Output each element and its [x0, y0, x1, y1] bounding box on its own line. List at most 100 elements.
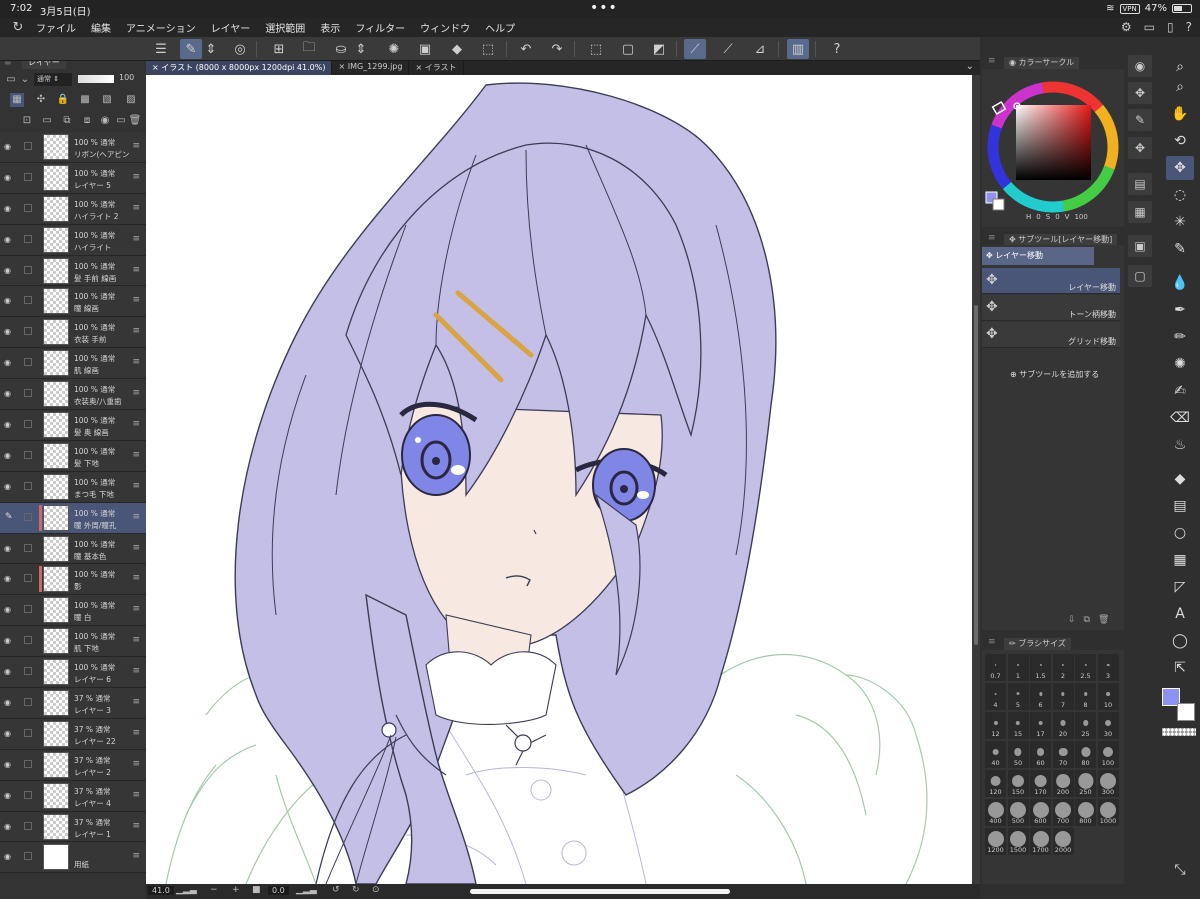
invert-selection-icon[interactable]: ◩ — [648, 39, 670, 59]
brush-size-cell[interactable]: 120 — [985, 770, 1006, 797]
layer-check[interactable] — [24, 667, 32, 676]
brush-size-cell[interactable]: 1.5 — [1030, 654, 1051, 681]
quick-access-icon[interactable]: ⚙ — [1121, 20, 1132, 34]
snap-grid-icon[interactable]: ⊿ — [749, 39, 771, 59]
layer-menu-icon[interactable]: ≡ — [132, 635, 140, 645]
correct-line-icon[interactable]: ⇱ — [1166, 656, 1194, 680]
brush-size-cell[interactable]: 300 — [1097, 770, 1119, 797]
eraser-icon[interactable]: ⌫ — [1166, 406, 1194, 430]
lock-mask-icon[interactable]: ▭ — [114, 114, 128, 128]
layer-menu-icon[interactable]: ≡ — [132, 326, 140, 336]
draft-icon[interactable]: ▧ — [100, 93, 114, 107]
eye-icon[interactable]: ◉ — [4, 791, 11, 800]
trash-icon[interactable]: 🗑 — [128, 114, 142, 128]
brush-size-cell[interactable]: 600 — [1030, 799, 1051, 826]
layer-row[interactable]: ◉ 37 % 通常 レイヤー 2 ≡ — [0, 749, 146, 781]
material-icon[interactable]: ▦ — [1128, 201, 1152, 223]
brush-size-cell[interactable]: 500 — [1007, 799, 1029, 826]
brush-size-cell[interactable]: 250 — [1075, 770, 1096, 797]
layer-row[interactable]: ◉ 100 % 通常髪 下地 ≡ — [0, 440, 146, 472]
tab-img-1299[interactable]: × IMG_1299.jpg — [332, 61, 410, 75]
merge-layer-icon[interactable]: ⧈ — [80, 114, 94, 128]
zoom-in-icon[interactable]: + — [232, 885, 240, 895]
eye-icon[interactable]: ◉ — [4, 358, 11, 367]
brush-size-cell[interactable]: 10 — [1097, 683, 1119, 710]
rotate-right-icon[interactable]: ↻ — [352, 885, 360, 895]
brush-size-cell[interactable]: 20 — [1052, 712, 1074, 739]
layer-check[interactable] — [24, 172, 32, 181]
brush-size-cell[interactable]: 8 — [1075, 683, 1096, 710]
pencil-icon[interactable]: ✏ — [1166, 325, 1194, 349]
companion-icon[interactable]: ▯ — [1167, 20, 1174, 34]
eye-icon[interactable]: ◉ — [4, 142, 11, 151]
subtool-import-icon[interactable]: ⇩ — [1068, 615, 1076, 625]
eye-icon[interactable]: ◉ — [4, 327, 11, 336]
move-tool-icon[interactable]: ✥ — [1166, 156, 1194, 180]
history-icon[interactable]: ▣ — [1128, 235, 1152, 257]
layer-row[interactable]: ◉ 37 % 通常 レイヤー 1 ≡ — [0, 811, 146, 843]
updown-icon[interactable]: ⇕ — [204, 39, 218, 59]
eye-icon[interactable]: ◉ — [4, 605, 11, 614]
layer-row[interactable]: ◉ 100 % 通常瞳 白 ≡ — [0, 595, 146, 627]
home-indicator[interactable] — [470, 889, 730, 894]
layer-row[interactable]: ◉ 37 % 通常 レイヤー 3 ≡ — [0, 688, 146, 719]
layer-row[interactable]: ◉ 100 % 通常髪 奥 線画 ≡ — [0, 410, 146, 441]
layer-check[interactable] — [24, 605, 32, 614]
menu-animation[interactable]: アニメーション — [126, 20, 196, 35]
layer-property-icon[interactable]: ▤ — [1128, 173, 1152, 195]
brush-size-cell[interactable]: 1 — [1007, 654, 1029, 681]
eye-icon[interactable]: ◉ — [4, 235, 11, 244]
fit-icon[interactable]: ■ — [252, 885, 261, 895]
layer-menu-icon[interactable]: ≡ — [132, 172, 140, 182]
eye-icon[interactable]: ◉ — [4, 389, 11, 398]
layer-menu-icon[interactable]: ≡ — [132, 203, 140, 213]
layer-menu-icon[interactable]: ≡ — [132, 450, 140, 460]
sub-color-swatch[interactable] — [1177, 703, 1195, 721]
layer-row[interactable]: ◉ 100 % 通常瞳 線画 ≡ — [0, 286, 146, 318]
menu-window[interactable]: ウィンドウ — [420, 20, 470, 35]
frame-icon[interactable]: ▦ — [1166, 548, 1194, 572]
subtool-tone-move[interactable]: ✥ トーン柄移動 — [982, 295, 1120, 321]
eye-icon[interactable]: ◉ — [4, 574, 11, 583]
layer-row[interactable]: ◉ 100 % 通常肌 下地 ≡ — [0, 626, 146, 658]
layer-check[interactable] — [24, 759, 32, 768]
undo-icon[interactable]: ↶ — [515, 39, 537, 59]
layer-row[interactable]: ◉ 100 % 通常 衣装奥/八重歯 ≡ — [0, 379, 146, 411]
brush-size-cell[interactable]: 1200 — [985, 828, 1006, 855]
figure-icon[interactable]: ○ — [1166, 521, 1194, 545]
color-circle-icon[interactable]: ◉ — [1128, 55, 1152, 77]
rotation-value[interactable]: 0.0 — [268, 886, 289, 895]
reset-rotation-icon[interactable]: ⊙ — [372, 885, 380, 895]
layer-row[interactable]: ◉ 100 % 通常 リボン(ヘアピン ≡ — [0, 132, 146, 163]
brush-size-cell[interactable]: 70 — [1052, 741, 1074, 768]
gradient-icon[interactable]: ▤ — [1166, 494, 1194, 518]
subtool-copy-icon[interactable]: ⧉ — [1084, 615, 1090, 625]
lasso-tool-icon[interactable]: ◌ — [1166, 183, 1194, 207]
sub-view-icon[interactable]: ▢ — [1128, 265, 1152, 287]
brush-tool-icon[interactable]: ✍ — [1166, 379, 1194, 403]
layer-menu-icon[interactable]: ≡ — [132, 666, 140, 676]
layout-icon[interactable]: ▭ — [1144, 20, 1155, 34]
brush-size-cell[interactable]: 60 — [1030, 741, 1051, 768]
instructions-icon[interactable]: ? — [826, 39, 848, 59]
layer-row[interactable]: ◉ 100 % 通常 ハイライト ≡ — [0, 224, 146, 256]
subtool-group-tab[interactable]: ✥ レイヤー移動 — [982, 247, 1094, 265]
layer-menu-icon[interactable]: ≡ — [132, 295, 140, 305]
subtool-layer-move[interactable]: ✥ レイヤー移動 — [982, 268, 1120, 294]
navigator-icon[interactable]: ✥ — [1128, 137, 1152, 159]
eye-icon[interactable]: ◉ — [4, 482, 11, 491]
menu-help[interactable]: ヘルプ — [485, 20, 515, 35]
lasso-fill-icon[interactable]: ◎ — [229, 39, 251, 59]
subtool-grid-move[interactable]: ✥ グリッド移動 — [982, 322, 1120, 348]
rotate-left-icon[interactable]: ↺ — [332, 885, 340, 895]
fill-icon[interactable]: ◆ — [446, 39, 468, 59]
zoom-value[interactable]: 41.0 — [148, 886, 174, 895]
layer-check[interactable] — [24, 389, 32, 398]
eye-icon[interactable]: ◉ — [4, 420, 11, 429]
copy-layer-icon[interactable]: ⧉ — [60, 114, 74, 128]
eye-icon[interactable]: ◉ — [4, 852, 11, 861]
layer-row[interactable]: ◉ 100 % 通常髪 手前 線画 ≡ — [0, 255, 146, 287]
tab-illust[interactable]: × イラスト — [409, 61, 464, 75]
layer-row[interactable]: ◉ 37 % 通常 レイヤー 22 ≡ — [0, 718, 146, 750]
magic-wand-icon[interactable]: ✳ — [1166, 210, 1194, 234]
